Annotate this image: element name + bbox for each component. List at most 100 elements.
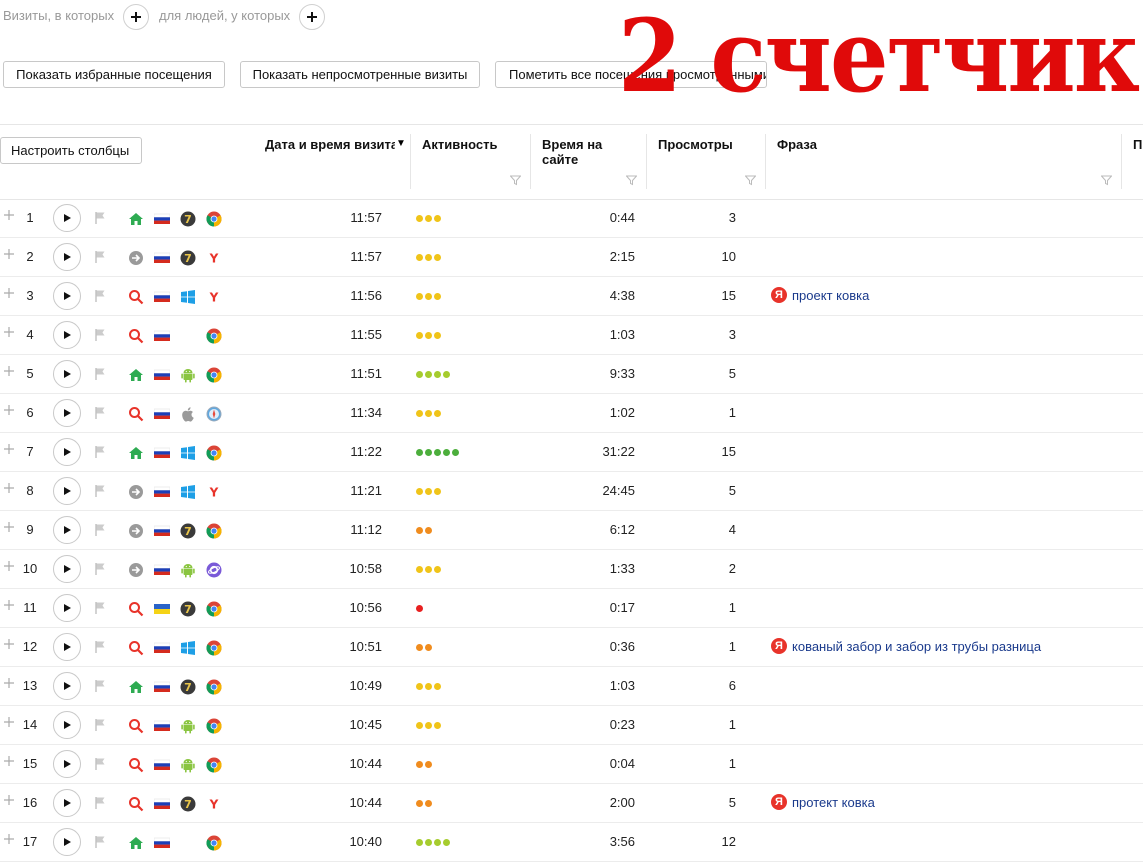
table-row[interactable]: 3 Y 11:56 4:38 15 Япроект ковка xyxy=(0,277,1143,316)
expand-plus-icon[interactable] xyxy=(3,482,15,494)
sort-desc-icon[interactable]: ▼ xyxy=(396,138,406,149)
expand-plus-icon[interactable] xyxy=(3,716,15,728)
table-row[interactable]: 15 10:44 0:04 1 xyxy=(0,745,1143,784)
flag-icon[interactable] xyxy=(94,211,106,224)
flag-icon[interactable] xyxy=(94,718,106,731)
add-people-condition-button[interactable] xyxy=(299,4,325,30)
table-row[interactable]: 14 10:45 0:23 1 xyxy=(0,706,1143,745)
table-row[interactable]: 5 11:51 9:33 5 xyxy=(0,355,1143,394)
play-visit-button[interactable] xyxy=(53,672,81,700)
show-favorites-button[interactable]: Показать избранные посещения xyxy=(3,61,225,88)
column-header-phrase[interactable]: Фраза xyxy=(777,137,817,152)
table-row[interactable]: 11 7 10:56 0:17 1 xyxy=(0,589,1143,628)
page-views: 3 xyxy=(728,327,736,342)
filter-funnel-icon[interactable] xyxy=(626,175,637,186)
column-header-datetime[interactable]: Дата и время визита xyxy=(265,137,395,152)
play-visit-button[interactable] xyxy=(53,204,81,232)
table-row[interactable]: 6 11:34 1:02 1 xyxy=(0,394,1143,433)
column-header-time-on-site[interactable]: Время на сайте xyxy=(542,137,602,167)
column-header-views[interactable]: Просмотры xyxy=(658,137,733,152)
yandex-browser-icon: Y xyxy=(206,250,222,266)
add-visit-condition-button[interactable] xyxy=(123,4,149,30)
table-row[interactable]: 13 7 10:49 1:03 6 xyxy=(0,667,1143,706)
search-phrase-text[interactable]: проект ковка xyxy=(792,288,869,303)
filter-funnel-icon[interactable] xyxy=(1101,175,1112,186)
expand-plus-icon[interactable] xyxy=(3,404,15,416)
expand-plus-icon[interactable] xyxy=(3,677,15,689)
table-row[interactable]: 9 7 11:12 6:12 4 xyxy=(0,511,1143,550)
play-visit-button[interactable] xyxy=(53,711,81,739)
flag-icon[interactable] xyxy=(94,523,106,536)
column-header-activity[interactable]: Активность xyxy=(422,137,497,152)
play-visit-button[interactable] xyxy=(53,789,81,817)
search-phrase[interactable]: Якованый забор и забор из трубы разница xyxy=(771,638,1041,654)
expand-plus-icon[interactable] xyxy=(3,794,15,806)
table-row[interactable]: 12 10:51 0:36 1 Якованый забор и забор из тр… xyxy=(0,628,1143,667)
search-phrase[interactable]: Япротект ковка xyxy=(771,794,875,810)
activity-dot xyxy=(425,332,432,339)
play-visit-button[interactable] xyxy=(53,633,81,661)
flag-icon[interactable] xyxy=(94,328,106,341)
flag-icon[interactable] xyxy=(94,367,106,380)
expand-plus-icon[interactable] xyxy=(3,521,15,533)
table-row[interactable]: 10 10:58 1:33 2 xyxy=(0,550,1143,589)
search-phrase-text[interactable]: кованый забор и забор из трубы разница xyxy=(792,639,1041,654)
expand-plus-icon[interactable] xyxy=(3,560,15,572)
expand-plus-icon[interactable] xyxy=(3,287,15,299)
configure-columns-button[interactable]: Настроить столбцы xyxy=(0,137,142,164)
play-visit-button[interactable] xyxy=(53,555,81,583)
flag-icon[interactable] xyxy=(94,757,106,770)
search-icon xyxy=(128,289,144,305)
table-row[interactable]: 7 11:22 31:22 15 xyxy=(0,433,1143,472)
windows7-icon: 7 xyxy=(180,523,196,539)
table-row[interactable]: 17 10:40 3:56 12 xyxy=(0,823,1143,862)
expand-plus-icon[interactable] xyxy=(3,638,15,650)
page-views: 1 xyxy=(728,717,736,732)
play-visit-button[interactable] xyxy=(53,360,81,388)
play-visit-button[interactable] xyxy=(53,243,81,271)
filter-funnel-icon[interactable] xyxy=(745,175,756,186)
flag-icon[interactable] xyxy=(94,835,106,848)
search-phrase-text[interactable]: протект ковка xyxy=(792,795,875,810)
arrow-right-icon xyxy=(128,250,144,266)
search-phrase[interactable]: Япроект ковка xyxy=(771,287,869,303)
expand-plus-icon[interactable] xyxy=(3,248,15,260)
table-row[interactable]: 16 7 Y 10:44 2:00 5 Япротект ковка xyxy=(0,784,1143,823)
play-icon xyxy=(64,253,71,261)
expand-plus-icon[interactable] xyxy=(3,599,15,611)
play-visit-button[interactable] xyxy=(53,321,81,349)
expand-plus-icon[interactable] xyxy=(3,443,15,455)
flag-icon[interactable] xyxy=(94,562,106,575)
activity-dot xyxy=(434,449,441,456)
show-unviewed-button[interactable]: Показать непросмотренные визиты xyxy=(240,61,480,88)
flag-icon[interactable] xyxy=(94,679,106,692)
expand-plus-icon[interactable] xyxy=(3,209,15,221)
flag-icon[interactable] xyxy=(94,445,106,458)
expand-plus-icon[interactable] xyxy=(3,755,15,767)
flag-icon[interactable] xyxy=(94,484,106,497)
play-visit-button[interactable] xyxy=(53,282,81,310)
play-visit-button[interactable] xyxy=(53,438,81,466)
flag-icon[interactable] xyxy=(94,796,106,809)
flag-icon[interactable] xyxy=(94,601,106,614)
filter-funnel-icon[interactable] xyxy=(510,175,521,186)
expand-plus-icon[interactable] xyxy=(3,833,15,845)
play-visit-button[interactable] xyxy=(53,750,81,778)
flag-icon[interactable] xyxy=(94,250,106,263)
play-visit-button[interactable] xyxy=(53,594,81,622)
play-visit-button[interactable] xyxy=(53,828,81,856)
windows-icon xyxy=(180,445,196,461)
column-header-next[interactable]: П xyxy=(1133,137,1142,152)
flag-icon[interactable] xyxy=(94,289,106,302)
flag-icon[interactable] xyxy=(94,406,106,419)
play-visit-button[interactable] xyxy=(53,399,81,427)
play-visit-button[interactable] xyxy=(53,516,81,544)
expand-plus-icon[interactable] xyxy=(3,365,15,377)
table-row[interactable]: 4 11:55 1:03 3 xyxy=(0,316,1143,355)
table-row[interactable]: 2 7 Y 11:57 2:15 10 xyxy=(0,238,1143,277)
table-row[interactable]: 8 Y 11:21 24:45 5 xyxy=(0,472,1143,511)
flag-icon[interactable] xyxy=(94,640,106,653)
table-row[interactable]: 1 7 11:57 0:44 3 xyxy=(0,199,1143,238)
play-visit-button[interactable] xyxy=(53,477,81,505)
expand-plus-icon[interactable] xyxy=(3,326,15,338)
